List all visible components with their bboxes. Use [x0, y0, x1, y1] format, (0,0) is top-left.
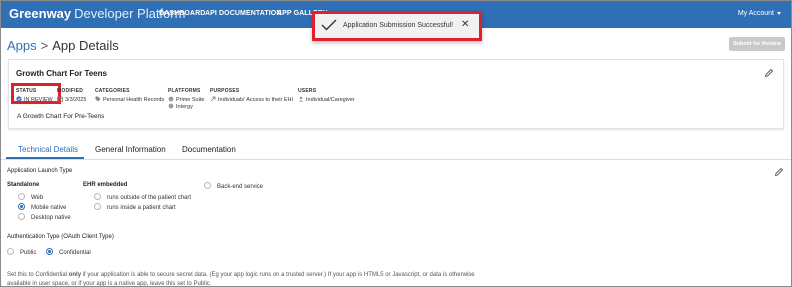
radio-desktop-native[interactable] [18, 213, 25, 220]
user-item: Individual/Caregiver [298, 96, 355, 103]
option-label: Mobile native [31, 205, 67, 211]
radio-web[interactable] [18, 193, 25, 200]
modified-value: 3/3/2025 [65, 97, 87, 103]
tab-divider [1, 159, 791, 160]
app-description: A Growth Chart For Pre-Teens [17, 113, 105, 120]
launch-type-title: Application Launch Type [7, 168, 73, 174]
users-label: USERS [298, 88, 317, 94]
breadcrumb-separator: > [40, 38, 49, 53]
radio-outside-chart[interactable] [94, 193, 101, 200]
modified-date: 3/3/2025 [57, 96, 86, 103]
breadcrumb: Apps > App Details [7, 38, 119, 53]
platform-value: Intergy [176, 104, 193, 110]
nav-api-documentation[interactable]: API DOCUMENTATION [205, 10, 282, 17]
app-summary-card: Growth Chart For Teens STATUS IN REVIEW … [8, 59, 784, 129]
radio-inside-chart[interactable] [94, 203, 101, 210]
submit-for-review-button[interactable]: Submit for Review [729, 37, 785, 51]
auth-type-title: Authentication Type (OAuth Client Type) [7, 234, 114, 240]
auth-option-confidential[interactable]: Confidential [46, 248, 91, 256]
status-label: STATUS [16, 88, 37, 94]
status-badge: IN REVIEW [16, 96, 53, 103]
help-text-emphasis: only [68, 272, 82, 278]
calendar-icon [57, 96, 63, 102]
radio-confidential[interactable] [46, 248, 53, 255]
breadcrumb-apps-link[interactable]: Apps [7, 38, 37, 53]
close-icon[interactable]: ✕ [461, 19, 469, 30]
ehr-embedded-title: EHR embedded [83, 182, 128, 188]
status-value: IN REVIEW [24, 97, 53, 103]
platform-icon [168, 103, 174, 109]
chevron-down-icon [777, 11, 781, 15]
users-value: Individual/Caregiver [306, 97, 355, 103]
platform-item: Prime Suite [168, 96, 204, 103]
my-account-label: My Account [737, 10, 774, 17]
option-label: Web [31, 195, 44, 201]
radio-mobile-native[interactable] [18, 203, 25, 210]
backend-service-option[interactable]: Back-end service [204, 182, 263, 190]
option-label: runs outside of the patient chart [107, 195, 192, 201]
platform-icon [168, 96, 174, 102]
platforms-label: PLATFORMS [168, 88, 201, 94]
option-label: runs inside a patient chart [107, 205, 176, 211]
user-icon [298, 96, 304, 102]
tab-documentation[interactable]: Documentation [182, 145, 236, 154]
standalone-title: Standalone [7, 182, 40, 188]
option-label: Back-end service [217, 184, 264, 190]
tab-general-information[interactable]: General Information [95, 145, 166, 154]
tag-icon [95, 96, 101, 102]
check-icon [321, 19, 337, 31]
tab-technical-details[interactable]: Technical Details [18, 145, 78, 154]
platform-item: Intergy [168, 103, 193, 110]
success-toast: Application Submission Successful! ✕ [312, 11, 482, 41]
nav-dashboard[interactable]: DASHBOARD [159, 10, 205, 17]
help-text-part: Set this to Confidential [7, 272, 69, 278]
pencil-icon[interactable] [774, 167, 784, 177]
purpose-item: Individuals' Access to their EHI [210, 96, 293, 103]
toast-message: Application Submission Successful! [343, 22, 454, 29]
pencil-icon[interactable] [764, 68, 774, 78]
brand-name: Greenway [9, 6, 72, 21]
ehr-option-outside-chart[interactable]: runs outside of the patient chart [94, 193, 191, 201]
category-value-item: Personal Health Records [95, 96, 164, 103]
in-review-icon [16, 96, 22, 102]
radio-backend-service[interactable] [204, 182, 211, 189]
radio-public[interactable] [7, 248, 14, 255]
standalone-option-web[interactable]: Web [18, 193, 43, 201]
modified-label: MODIFIED [57, 88, 84, 94]
categories-value: Personal Health Records [103, 97, 165, 103]
ehr-option-inside-chart[interactable]: runs inside a patient chart [94, 203, 176, 211]
app-window: Greenway Developer Platform DASHBOARD API… [0, 0, 792, 287]
option-label: Confidential [59, 250, 91, 256]
purposes-label: PURPOSES [210, 88, 240, 94]
auth-type-help-text: Set this to Confidential only if your ap… [7, 271, 487, 286]
purposes-value: Individuals' Access to their EHI [218, 97, 294, 103]
standalone-option-desktop-native[interactable]: Desktop native [18, 213, 71, 221]
arrow-icon [210, 96, 216, 102]
my-account-menu[interactable]: My Account [738, 10, 781, 17]
categories-label: CATEGORIES [95, 88, 130, 94]
option-label: Desktop native [31, 215, 71, 221]
app-name: Growth Chart For Teens [16, 69, 107, 78]
option-label: Public [20, 250, 37, 256]
auth-option-public[interactable]: Public [7, 248, 36, 256]
standalone-option-mobile-native[interactable]: Mobile native [18, 203, 66, 211]
page-title: App Details [52, 38, 119, 53]
